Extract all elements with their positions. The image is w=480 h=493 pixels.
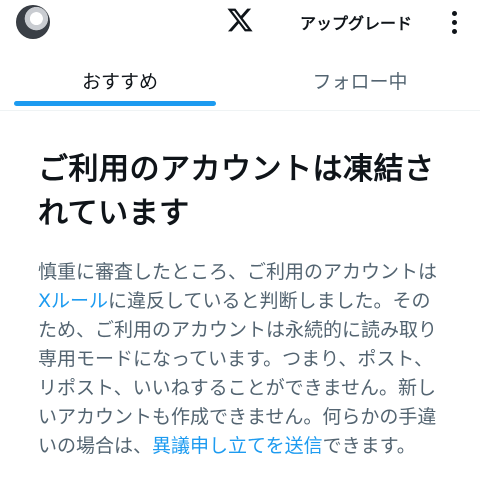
avatar[interactable] <box>16 5 50 39</box>
x-rules-link[interactable]: Xルール <box>38 290 108 312</box>
notice-body: 慎重に審査したところ、ご利用のアカウントは Xルールに違反していると判断しました。… <box>38 258 448 461</box>
notice-body-part-2: に違反していると判断しました。そのため、ご利用のアカウントは永続的に読み取り専用… <box>38 290 438 457</box>
notice-title: ご利用のアカウントは凍結されています <box>38 152 435 231</box>
upgrade-button[interactable]: アップグレード <box>300 10 412 34</box>
notice-body-part-1: 慎重に審査したところ、ご利用のアカウントは <box>38 261 438 283</box>
more-vertical-icon[interactable] <box>444 8 464 36</box>
tab-following[interactable]: フォロー中 <box>240 58 480 110</box>
notice-body-part-3: できます。 <box>322 435 416 457</box>
active-tab-indicator <box>14 101 216 106</box>
suspension-notice: ご利用のアカウントは凍結されています 慎重に審査したところ、ご利用のアカウントは… <box>38 148 448 461</box>
x-logo-icon[interactable] <box>226 6 254 34</box>
top-bar: アップグレード <box>0 0 480 48</box>
appeal-link[interactable]: 異議申し立てを送信 <box>152 435 323 457</box>
